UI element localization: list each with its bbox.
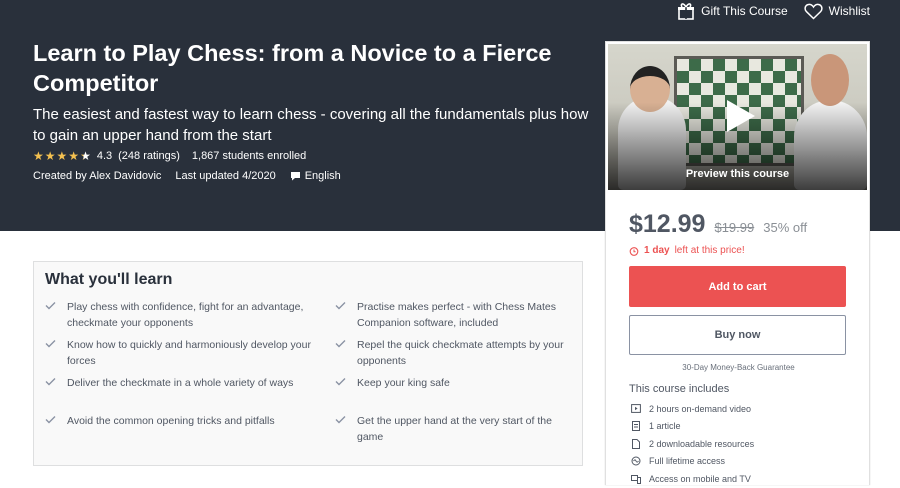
gift-icon bbox=[678, 3, 695, 20]
play-icon[interactable] bbox=[719, 96, 759, 136]
time-left-text: left at this price! bbox=[674, 245, 745, 256]
check-icon bbox=[335, 302, 346, 310]
learn-item: Avoid the common opening tricks and pitf… bbox=[45, 413, 335, 445]
created-by: Created by Alex Davidovic bbox=[33, 170, 162, 182]
star-icon: ★ bbox=[33, 149, 44, 163]
discount-label: 35% off bbox=[763, 220, 808, 235]
learn-item-text: Know how to quickly and harmoniously dev… bbox=[67, 339, 311, 367]
rating-count[interactable]: (248 ratings) bbox=[118, 150, 180, 162]
star-icon: ★ bbox=[68, 149, 80, 163]
course-title: Learn to Play Chess: from a Novice to a … bbox=[33, 40, 552, 96]
article-icon bbox=[632, 421, 640, 432]
learn-item: Deliver the checkmate in a whole variety… bbox=[45, 375, 335, 407]
gift-course-label: Gift This Course bbox=[701, 4, 788, 18]
what-you-learn-box: What you'll learn Play chess with confid… bbox=[33, 261, 583, 466]
speech-bubble-icon bbox=[290, 172, 300, 181]
includes-item: 2 downloadable resources bbox=[631, 435, 754, 453]
heart-icon bbox=[804, 3, 823, 20]
course-language: English bbox=[290, 170, 341, 182]
last-updated: Last updated 4/2020 bbox=[175, 170, 276, 182]
learn-item-text: Repel the quick checkmate attempts by yo… bbox=[357, 339, 564, 367]
what-you-learn-heading: What you'll learn bbox=[45, 271, 173, 288]
includes-item: 1 article bbox=[631, 418, 754, 436]
course-meta: Created by Alex Davidovic Last updated 4… bbox=[33, 170, 341, 182]
check-icon bbox=[335, 340, 346, 348]
includes-item-label: 2 downloadable resources bbox=[649, 438, 755, 449]
students-enrolled: 1,867 students enrolled bbox=[191, 150, 307, 162]
includes-item: Full lifetime access bbox=[631, 453, 754, 471]
learn-item: Get the upper hand at the very start of … bbox=[335, 413, 575, 445]
purchase-card: Preview this course $12.99 $19.99 35% of… bbox=[605, 41, 870, 485]
language-label: English bbox=[304, 170, 341, 182]
learn-item-text: Keep your king safe bbox=[357, 377, 450, 389]
learn-item-text: Get the upper hand at the very start of … bbox=[357, 415, 552, 443]
alarm-clock-icon bbox=[629, 246, 639, 256]
file-icon bbox=[632, 438, 640, 449]
learn-item-text: Play chess with confidence, fight for an… bbox=[67, 301, 304, 329]
wishlist-button[interactable]: Wishlist bbox=[804, 3, 870, 20]
learn-item: Keep your king safe bbox=[335, 375, 575, 407]
check-icon bbox=[335, 378, 346, 386]
includes-item-label: Access on mobile and TV bbox=[649, 473, 751, 484]
includes-list: 2 hours on-demand video 1 article 2 down… bbox=[631, 400, 754, 488]
video-icon bbox=[631, 404, 641, 414]
time-left-notice: 1 day left at this price! bbox=[629, 245, 745, 256]
course-subtitle: The easiest and fastest way to learn che… bbox=[33, 106, 589, 144]
includes-item: 2 hours on-demand video bbox=[631, 400, 754, 418]
time-left-days: 1 day bbox=[644, 245, 670, 256]
infinity-icon bbox=[631, 456, 641, 466]
course-preview-video[interactable]: Preview this course bbox=[608, 44, 867, 190]
half-star-icon: ★ bbox=[80, 149, 91, 163]
check-icon bbox=[45, 340, 56, 348]
check-icon bbox=[335, 416, 346, 424]
original-price: $19.99 bbox=[714, 220, 755, 235]
price-row: $12.99 $19.99 35% off bbox=[629, 210, 807, 239]
includes-item-label: 1 article bbox=[649, 421, 681, 432]
includes-item-label: Full lifetime access bbox=[649, 456, 726, 467]
check-icon bbox=[45, 302, 56, 310]
mobile-tv-icon bbox=[631, 474, 641, 484]
check-icon bbox=[45, 416, 56, 424]
rating-row: ★ ★ ★ ★ ★ 4.3 (248 ratings) 1,867 studen… bbox=[33, 150, 306, 162]
preview-label: Preview this course bbox=[685, 168, 790, 180]
money-back-guarantee: 30-Day Money-Back Guarantee bbox=[682, 363, 795, 372]
buy-now-button[interactable]: Buy now bbox=[629, 315, 846, 355]
learn-items-grid: Play chess with confidence, fight for an… bbox=[45, 299, 575, 445]
rating-stars: ★ ★ ★ ★ ★ bbox=[33, 150, 91, 162]
learn-item: Repel the quick checkmate attempts by yo… bbox=[335, 337, 575, 369]
learn-item-text: Avoid the common opening tricks and pitf… bbox=[67, 415, 275, 427]
learn-item: Know how to quickly and harmoniously dev… bbox=[45, 337, 335, 369]
gift-course-button[interactable]: Gift This Course bbox=[677, 2, 788, 20]
star-icon: ★ bbox=[56, 149, 68, 163]
learn-item: Practise makes perfect - with Chess Mate… bbox=[335, 299, 575, 331]
includes-title: This course includes bbox=[629, 383, 730, 395]
star-icon: ★ bbox=[44, 149, 56, 163]
current-price: $12.99 bbox=[629, 210, 706, 238]
rating-value: 4.3 bbox=[96, 150, 113, 162]
learn-item-text: Deliver the checkmate in a whole variety… bbox=[67, 377, 294, 389]
includes-item-label: 2 hours on-demand video bbox=[649, 403, 752, 414]
learn-item-text: Practise makes perfect - with Chess Mate… bbox=[357, 301, 556, 329]
check-icon bbox=[45, 378, 56, 386]
learn-item: Play chess with confidence, fight for an… bbox=[45, 299, 335, 331]
top-actions: Gift This Course Wishlist bbox=[677, 0, 870, 22]
wishlist-label: Wishlist bbox=[828, 4, 870, 18]
add-to-cart-button[interactable]: Add to cart bbox=[629, 266, 846, 307]
